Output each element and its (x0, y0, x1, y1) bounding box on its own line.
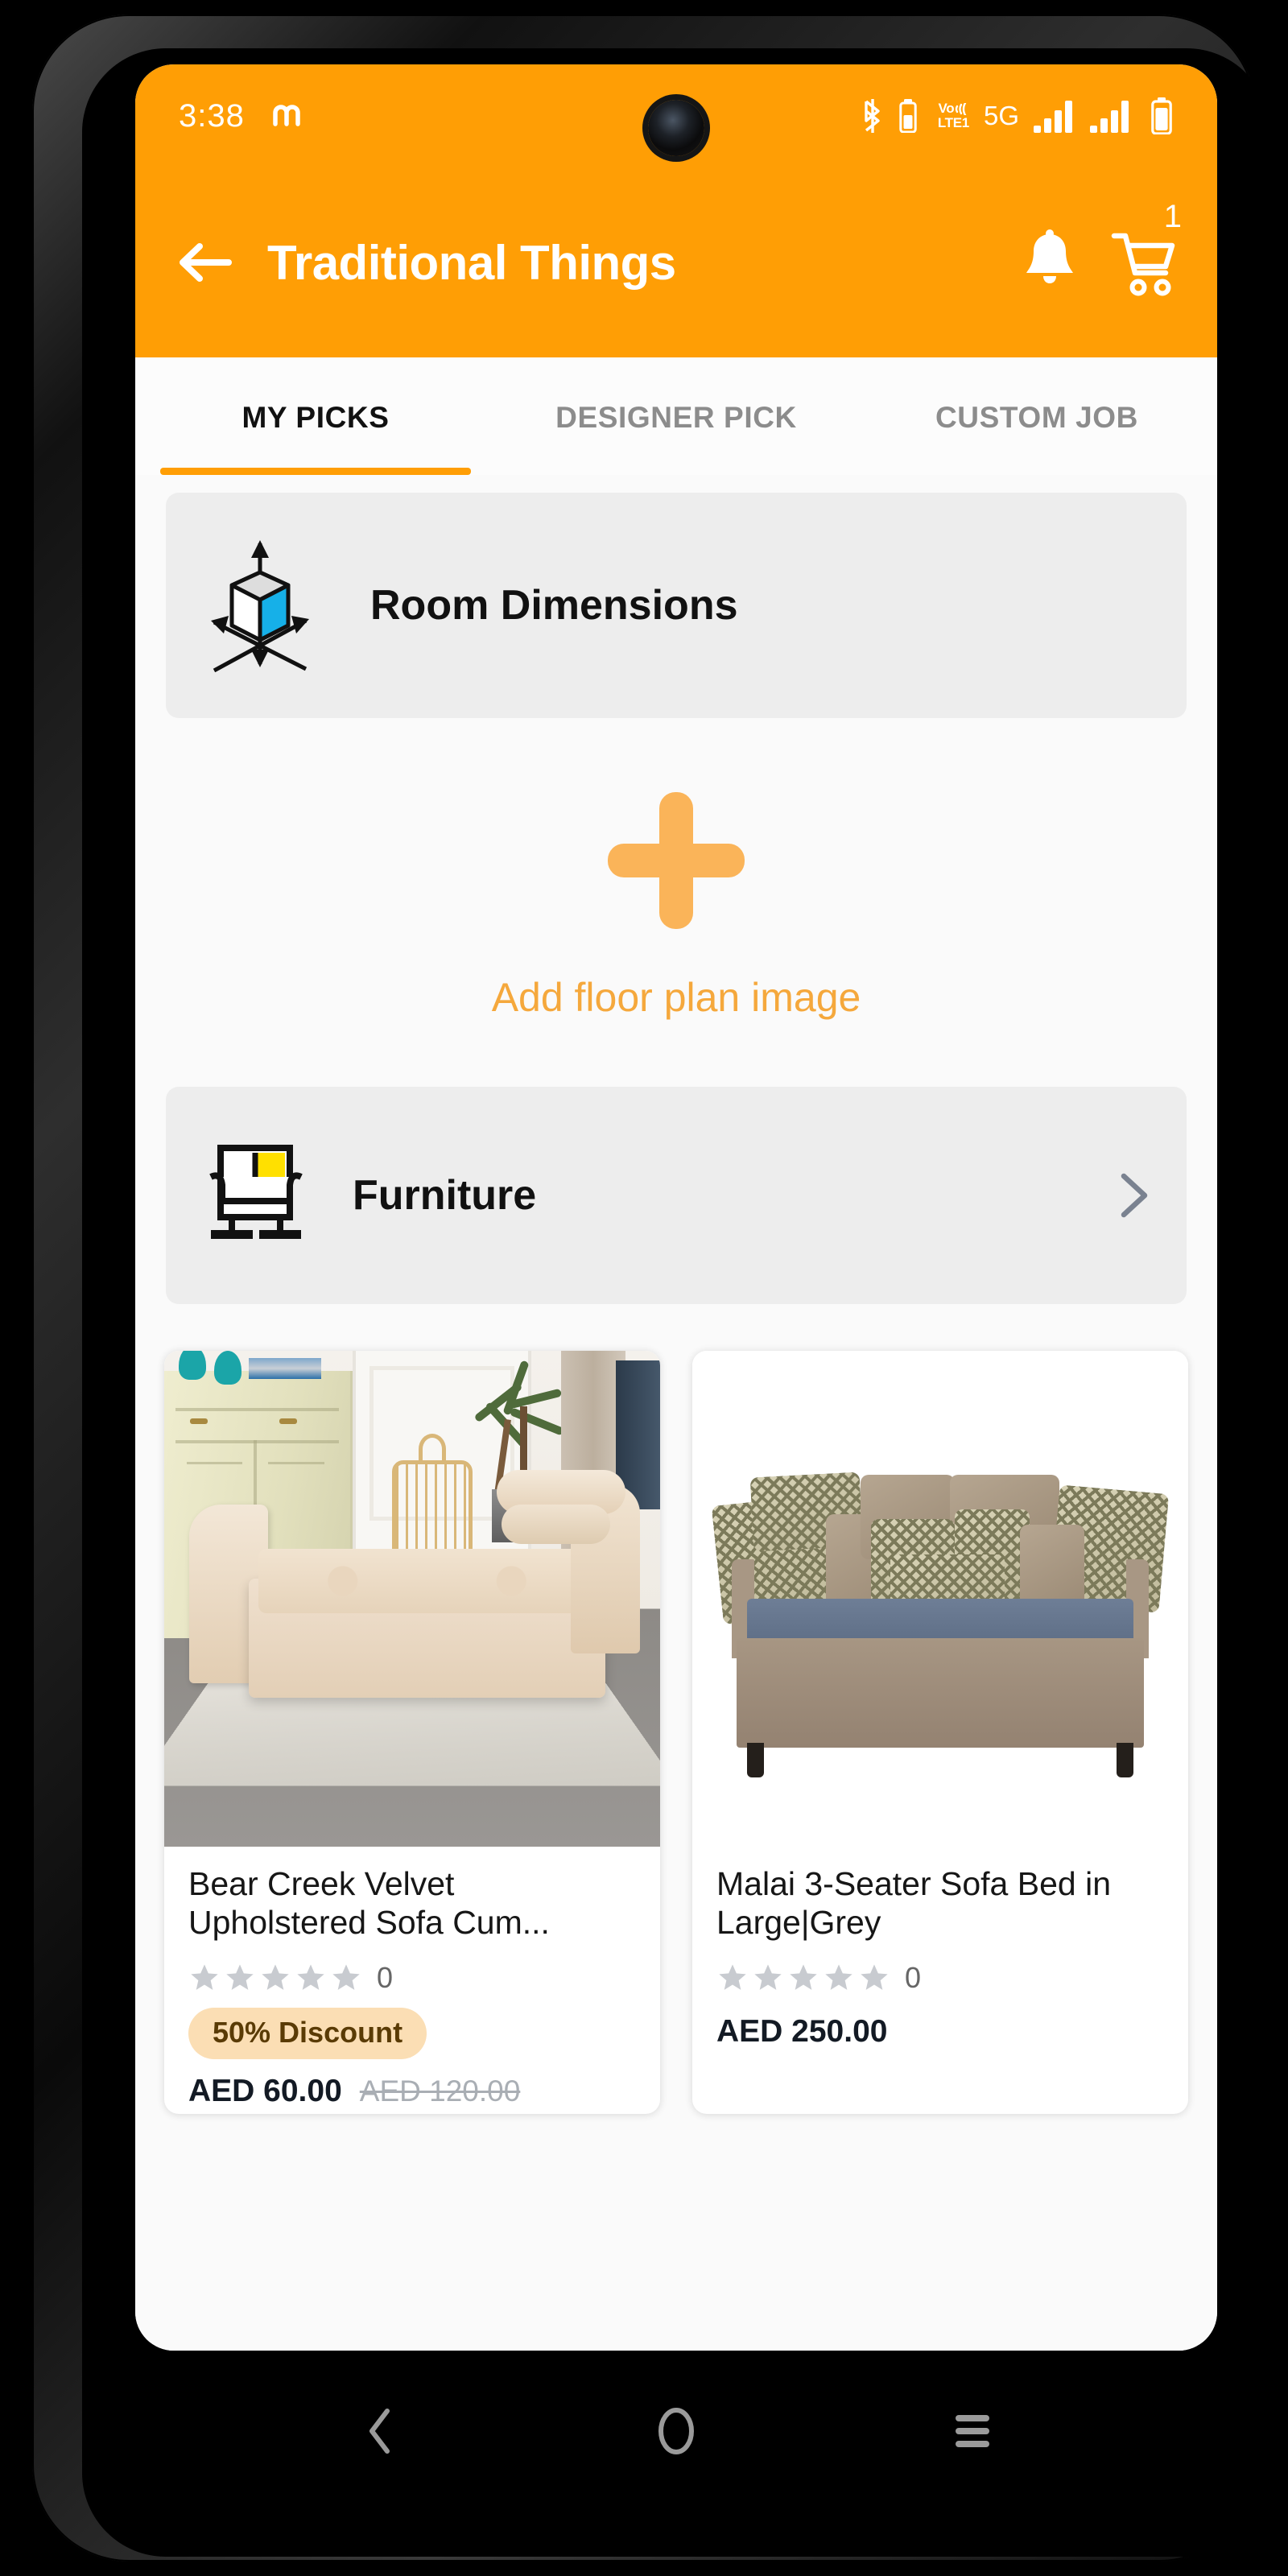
room-dimensions-cube-icon (200, 535, 320, 676)
main-content: Room Dimensions Add floor plan image Fur… (135, 475, 1217, 2351)
nav-home-icon[interactable] (646, 2401, 706, 2461)
plus-icon (584, 768, 769, 953)
rating-count: 0 (905, 1961, 922, 1994)
add-floor-plan-button[interactable]: Add floor plan image (166, 721, 1187, 1067)
app-bar: Traditional Things 1 (135, 167, 1217, 357)
status-bar-left: 3:38 (179, 98, 303, 134)
product-image (164, 1351, 660, 1847)
volte-icon: Vo LTE1 (937, 101, 969, 130)
arrow-left-icon[interactable] (171, 228, 240, 297)
volte-label-top: Vo (938, 101, 955, 117)
discount-badge: 50% Discount (188, 2008, 427, 2059)
front-camera-punch-hole (648, 100, 704, 156)
product-card[interactable]: Bear Creek Velvet Upholstered Sofa Cum..… (164, 1351, 660, 2114)
star-icon (226, 1964, 254, 1990)
bluetooth-icon (861, 98, 885, 134)
current-price: AED 250.00 (716, 2014, 888, 2049)
volte-label-bottom: LTE1 (937, 114, 969, 130)
rating-count: 0 (377, 1961, 394, 1994)
room-dimensions-row[interactable]: Room Dimensions (166, 493, 1187, 718)
status-bar-right: Vo LTE1 5G (861, 97, 1172, 134)
armchair-icon (200, 1141, 312, 1250)
star-icon (332, 1964, 360, 1990)
product-title: Malai 3-Seater Sofa Bed in Large|Grey (716, 1865, 1111, 1942)
room-dimensions-label: Room Dimensions (370, 582, 738, 629)
product-info: Bear Creek Velvet Upholstered Sofa Cum..… (164, 1847, 660, 2109)
tab-designer-pick-label: DESIGNER PICK (555, 401, 797, 434)
add-floor-plan-label: Add floor plan image (491, 975, 861, 1020)
original-price: AED 120.00 (359, 2074, 521, 2107)
star-icon (825, 1964, 852, 1990)
star-icon (719, 1964, 746, 1990)
star-icon (191, 1964, 218, 1990)
nav-recents-icon[interactable] (943, 2401, 1002, 2461)
tab-bar: MY PICKS DESIGNER PICK CUSTOM JOB (135, 357, 1217, 475)
phone-device-frame: 3:38 Vo LTE1 5G Traditional Things 1 MY … (32, 14, 1270, 2562)
phone-screen: 3:38 Vo LTE1 5G Traditional Things 1 MY … (135, 64, 1217, 2351)
chevron-right-icon[interactable] (1116, 1172, 1153, 1219)
battery-icon (1151, 97, 1172, 134)
product-title: Bear Creek Velvet Upholstered Sofa Cum..… (188, 1865, 550, 1942)
product-grid: Bear Creek Velvet Upholstered Sofa Cum..… (164, 1351, 1188, 2114)
star-icon (297, 1964, 324, 1990)
star-icon (790, 1964, 817, 1990)
bluetooth-battery-icon (899, 99, 917, 133)
furniture-row[interactable]: Furniture (166, 1087, 1187, 1304)
android-navigation-bar (135, 2351, 1217, 2512)
furniture-label: Furniture (353, 1172, 537, 1219)
product-card[interactable]: Malai 3-Seater Sofa Bed in Large|Grey 0 (692, 1351, 1188, 2114)
price-row: AED 60.00 AED 120.00 (188, 2074, 636, 2109)
signal-bars-sim1-icon (1034, 99, 1075, 133)
star-rating (716, 1962, 890, 1994)
star-icon (754, 1964, 782, 1990)
star-icon (861, 1964, 888, 1990)
current-price: AED 60.00 (188, 2074, 342, 2108)
shopping-cart-icon[interactable]: 1 (1109, 200, 1182, 299)
product-image (692, 1351, 1188, 1847)
star-rating (188, 1962, 362, 1994)
product-info: Malai 3-Seater Sofa Bed in Large|Grey 0 (692, 1847, 1188, 2050)
product-rating: 0 (716, 1961, 1164, 1995)
5g-icon: 5G (983, 101, 1019, 130)
tab-designer-pick[interactable]: DESIGNER PICK (496, 357, 857, 475)
page-title: Traditional Things (267, 235, 676, 290)
tab-custom-job-label: CUSTOM JOB (935, 401, 1138, 434)
cart-badge: 1 (1163, 199, 1182, 234)
star-icon (262, 1964, 289, 1990)
nav-back-icon[interactable] (350, 2401, 410, 2461)
tab-my-picks-label: MY PICKS (242, 401, 390, 434)
bell-icon[interactable] (1019, 228, 1080, 297)
product-rating: 0 (188, 1961, 636, 1995)
price-row: AED 250.00 (716, 2014, 1164, 2050)
m-letter-icon (270, 100, 303, 132)
signal-bars-sim2-icon (1090, 99, 1132, 133)
status-clock: 3:38 (179, 97, 245, 134)
tab-my-picks[interactable]: MY PICKS (135, 357, 496, 475)
tab-custom-job[interactable]: CUSTOM JOB (857, 357, 1217, 475)
